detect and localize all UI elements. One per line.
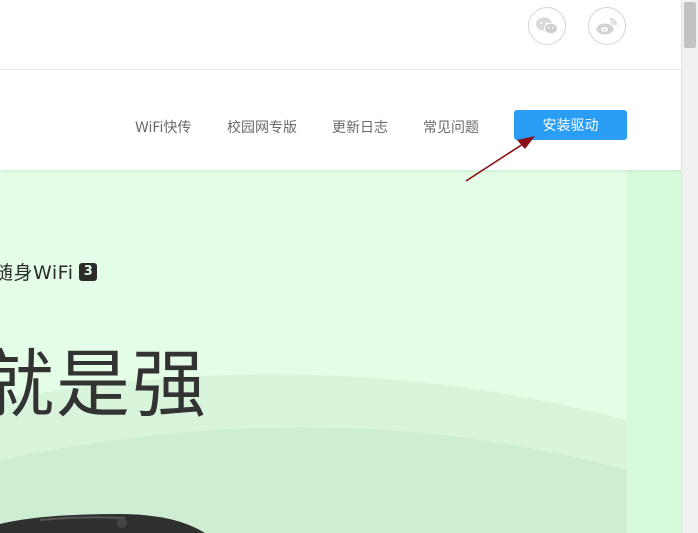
- brand-text: 随身WiFi: [0, 262, 74, 284]
- install-driver-button[interactable]: 安装驱动: [514, 110, 627, 140]
- wechat-icon[interactable]: [528, 7, 566, 45]
- nav-item-faq[interactable]: 常见问题: [423, 117, 479, 137]
- weibo-icon[interactable]: [588, 7, 626, 45]
- wifi-device-image: [0, 514, 205, 533]
- brand-version-badge: 3: [79, 262, 98, 281]
- nav-item-campus-edition[interactable]: 校园网专版: [227, 117, 297, 137]
- hero-slogan: 就是强: [0, 342, 208, 428]
- hero-banner: 随身WiFi 3 就是强: [0, 170, 681, 533]
- nav-item-wifi-transfer[interactable]: WiFi快传: [135, 117, 191, 137]
- main-nav: WiFi快传 校园网专版 更新日志 常见问题 安装驱动: [0, 70, 681, 170]
- scrollbar-thumb[interactable]: [684, 2, 696, 48]
- vertical-scrollbar[interactable]: [681, 0, 698, 533]
- top-bar: [0, 0, 681, 70]
- nav-item-changelog[interactable]: 更新日志: [332, 117, 388, 137]
- product-brand: 随身WiFi 3: [0, 258, 98, 285]
